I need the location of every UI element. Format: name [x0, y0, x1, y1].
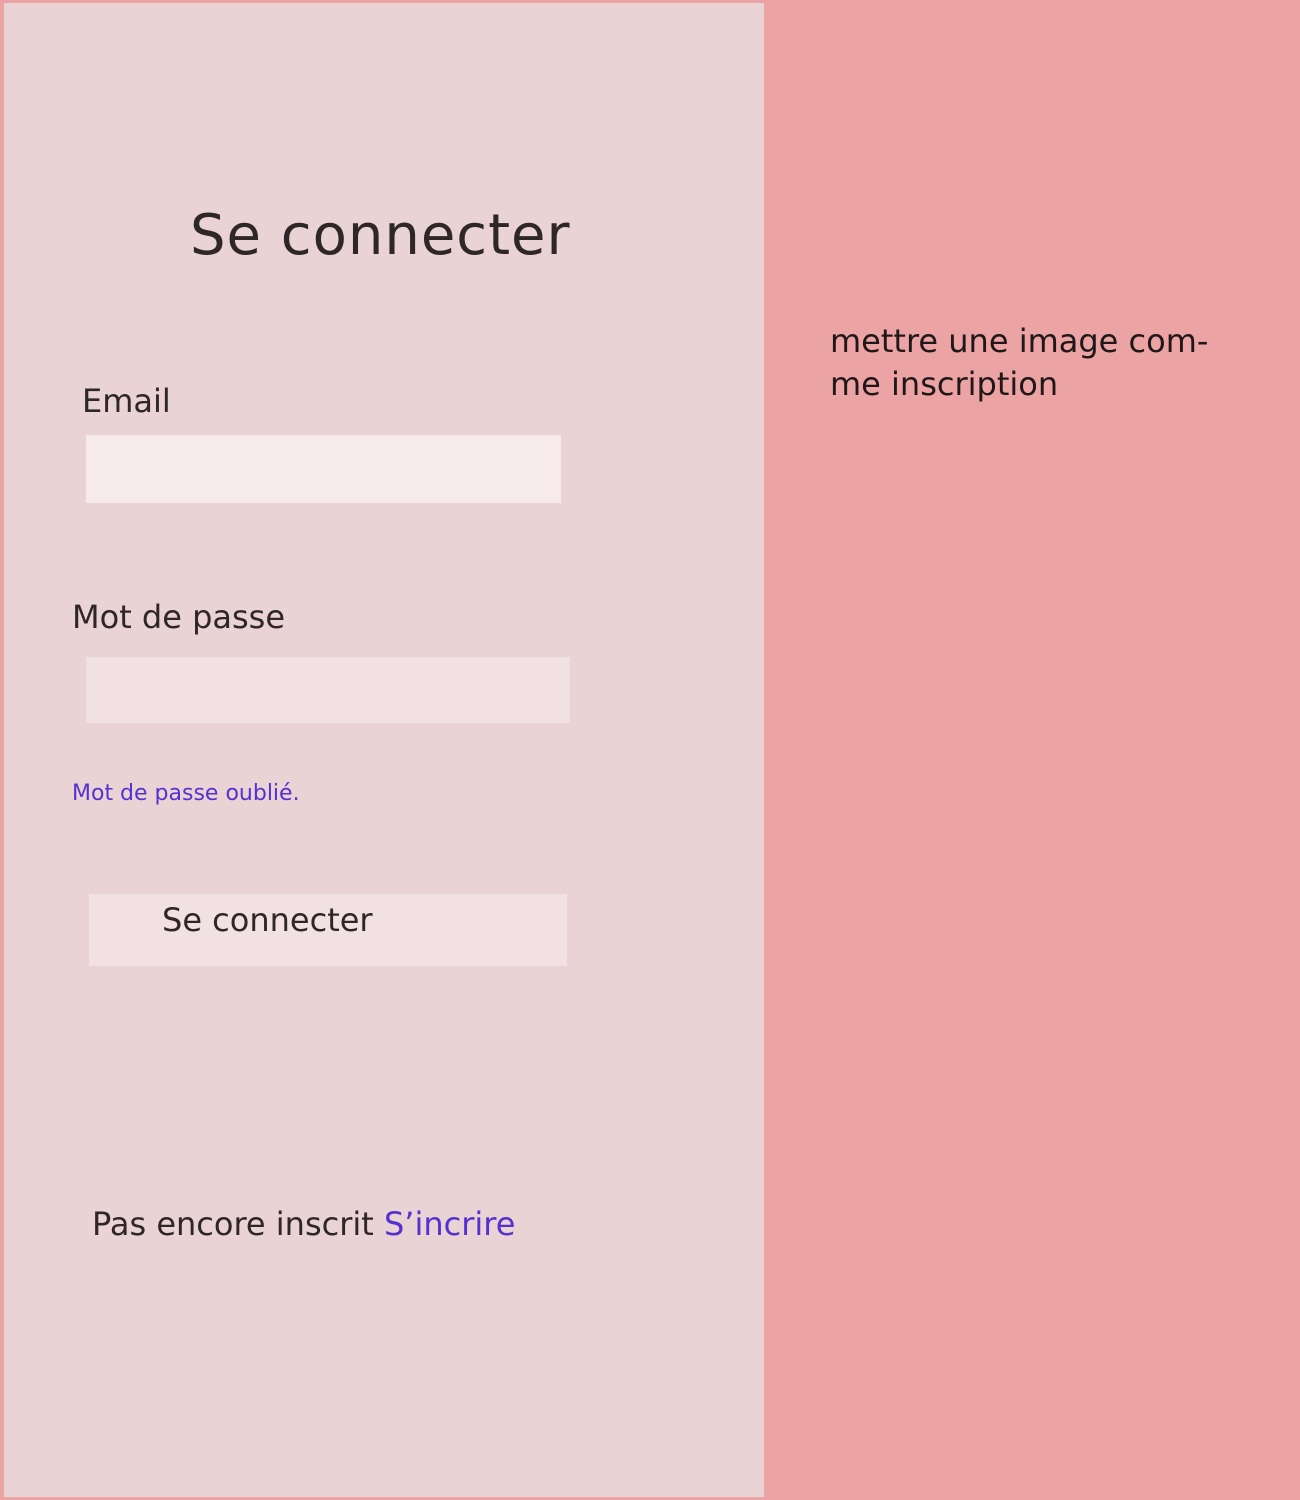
login-button[interactable]: Se connecter — [89, 894, 567, 966]
password-label: Mot de passe — [72, 598, 286, 636]
signup-prompt: Pas encore inscrit — [92, 1205, 384, 1243]
signup-row: Pas encore inscrit S’incrire — [92, 1202, 515, 1246]
password-field[interactable] — [86, 657, 570, 723]
page-title: Se connecter — [190, 203, 571, 268]
email-label: Email — [82, 382, 171, 420]
image-placeholder-note: mettre une image com- me inscription — [830, 322, 1209, 403]
forgot-password-link[interactable]: Mot de passe oublié. — [72, 779, 300, 809]
signup-link[interactable]: S’incrire — [384, 1205, 515, 1243]
email-field[interactable] — [86, 435, 561, 503]
login-button-label: Se connecter — [162, 901, 373, 939]
login-panel: Se connecter Email Mot de passe Mot de p… — [4, 3, 764, 1497]
